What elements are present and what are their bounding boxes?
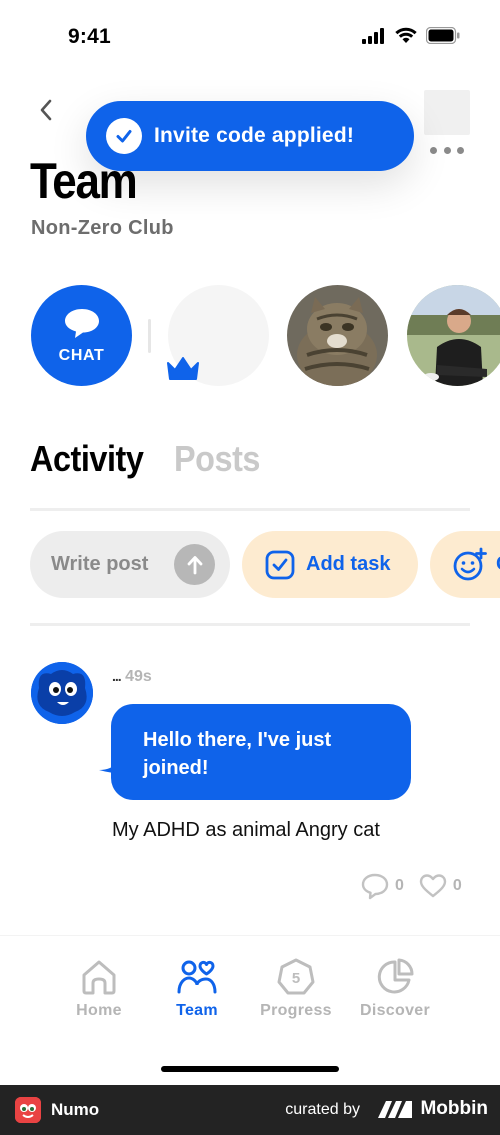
toast-message: Invite code applied! [154, 124, 355, 147]
send-arrow-icon[interactable] [174, 544, 215, 585]
divider [148, 319, 151, 353]
cat-photo [287, 285, 388, 386]
activity-post: ... 49s Hello there, I've just joined! M… [0, 660, 500, 910]
content-tabs: Activity Posts [30, 438, 270, 480]
tab-posts[interactable]: Posts [174, 438, 260, 480]
add-task-button[interactable]: Add task [242, 531, 418, 598]
chevron-left-icon [40, 99, 52, 121]
status-icons [362, 27, 460, 44]
post-body: My ADHD as animal Angry cat [112, 819, 380, 841]
man-photo [407, 285, 500, 386]
chip-truncated-label: C [496, 553, 500, 576]
svg-text:5: 5 [292, 970, 300, 987]
tabbar-label-team: Team [176, 1002, 218, 1019]
more-options-button[interactable] [430, 140, 464, 160]
numo-app-icon [15, 1097, 41, 1123]
status-time: 9:41 [68, 25, 111, 48]
attribution-footer: Numo curated by Mobbin [0, 1085, 500, 1135]
write-post-placeholder: Write post [51, 553, 149, 575]
divider [30, 508, 470, 511]
post-reactions: 0 0 [360, 872, 462, 900]
write-post-input[interactable]: Write post [30, 531, 230, 598]
tabbar-item-home[interactable]: Home [49, 958, 149, 1020]
comment-count: 0 [395, 877, 404, 894]
footer-curated-by: curated by [285, 1101, 360, 1118]
back-button[interactable] [30, 94, 62, 126]
home-icon [82, 960, 116, 995]
divider [30, 623, 470, 626]
status-bar: 9:41 [0, 0, 500, 74]
cellular-signal-icon [362, 27, 384, 44]
home-indicator [161, 1066, 339, 1072]
chat-button[interactable]: CHAT [31, 285, 132, 386]
dot-icon [457, 146, 464, 154]
add-task-label: Add task [306, 553, 391, 575]
tabbar-label-progress: Progress [260, 1002, 332, 1019]
team-icon [177, 960, 217, 994]
page-subtitle: Non-Zero Club [31, 217, 174, 239]
footer-app-name: Numo [51, 1100, 100, 1119]
wifi-icon [395, 27, 417, 43]
bottom-tab-bar: Home Team 5 Progress Discover [0, 935, 500, 1085]
dot-icon [443, 146, 451, 154]
blob-character-avatar [31, 662, 93, 724]
tabbar-item-discover[interactable]: Discover [345, 958, 445, 1020]
chat-bubble-icon [64, 308, 99, 338]
post-author-avatar[interactable] [31, 662, 93, 724]
checkbox-icon [265, 550, 295, 579]
tab-activity[interactable]: Activity [30, 438, 144, 480]
member-avatar-man[interactable] [407, 285, 500, 386]
invite-applied-toast: Invite code applied! [86, 101, 414, 171]
battery-icon [426, 27, 460, 44]
member-avatar-cat[interactable] [287, 285, 388, 386]
progress-icon: 5 [277, 958, 315, 995]
smiley-plus-icon [453, 547, 487, 580]
members-row: CHAT [0, 283, 500, 387]
add-mood-button[interactable]: C [430, 531, 500, 598]
post-meta: ... 49s [112, 668, 152, 686]
team-thumbnail[interactable] [424, 90, 470, 135]
like-count: 0 [452, 877, 462, 894]
mobbin-logo-icon [378, 1101, 413, 1118]
chat-label: CHAT [58, 346, 105, 364]
actions-row: Write post Add task C [0, 531, 500, 599]
crown-icon [167, 357, 199, 380]
mobbin-brand: Mobbin [376, 1098, 488, 1120]
footer-brand-name: Mobbin [420, 1098, 488, 1119]
heart-icon[interactable] [418, 872, 448, 900]
message-bubble: Hello there, I've just joined! [111, 704, 411, 800]
dot-icon [430, 146, 437, 154]
tabbar-label-home: Home [76, 1002, 122, 1019]
tabbar-item-progress[interactable]: 5 Progress [246, 958, 346, 1020]
comment-icon[interactable] [360, 872, 390, 900]
tabbar-label-discover: Discover [360, 1002, 430, 1019]
discover-icon [377, 958, 414, 994]
message-text: Hello there, I've just joined! [143, 729, 332, 779]
post-timestamp: 49s [125, 668, 152, 685]
tabbar-item-team[interactable]: Team [147, 958, 247, 1020]
check-circle-icon [106, 118, 142, 154]
post-author-name: ... [112, 668, 122, 684]
